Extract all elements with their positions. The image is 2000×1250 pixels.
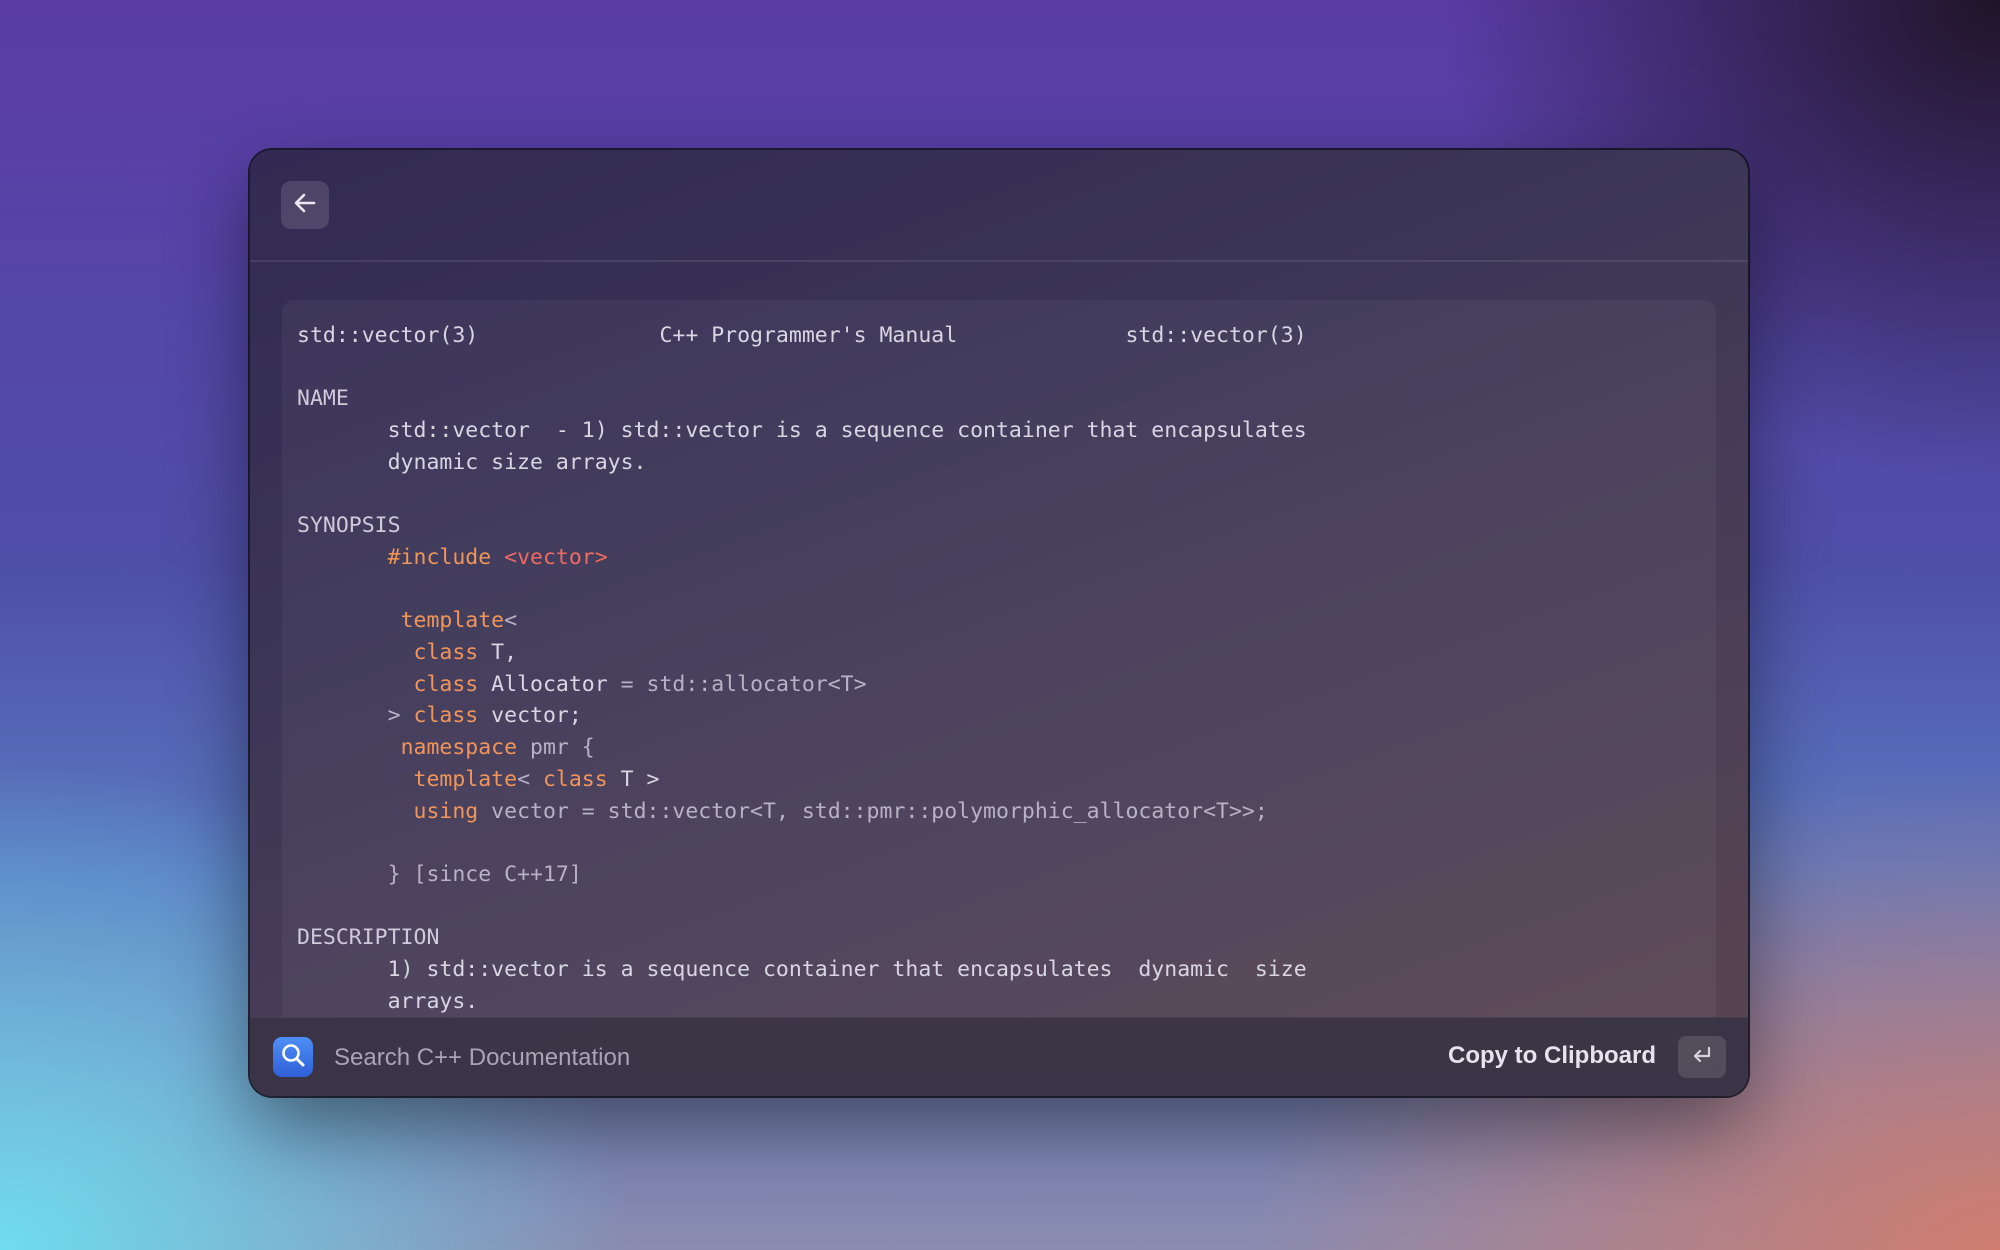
- title-center: C++ Programmer's Manual: [659, 323, 958, 348]
- code-text: Allocator: [478, 671, 608, 697]
- section-heading-synopsis: SYNOPSIS: [297, 513, 401, 539]
- code-text: <: [517, 766, 543, 792]
- title-left: std::vector(3): [297, 323, 479, 348]
- code-keyword: namespace: [400, 735, 518, 761]
- code-text: = std::allocator<T>: [607, 671, 867, 697]
- code-keyword: class: [413, 640, 479, 666]
- code-text: <: [504, 608, 518, 634]
- back-button[interactable]: [281, 181, 329, 229]
- description-line: arrays.: [387, 988, 479, 1014]
- name-line: std::vector - 1) std::vector is a sequen…: [387, 418, 1307, 444]
- enter-key-hint[interactable]: [1678, 1036, 1726, 1078]
- code-text: } [since C++17]: [387, 861, 582, 887]
- section-heading-name: NAME: [297, 386, 349, 412]
- code-keyword: class: [542, 766, 608, 792]
- arrow-left-icon: [294, 193, 316, 218]
- magnifier-icon: [280, 1042, 306, 1073]
- code-keyword: template: [400, 608, 505, 634]
- code-keyword: class: [413, 671, 479, 697]
- copy-to-clipboard-button[interactable]: Copy to Clipboard: [1448, 1042, 1656, 1070]
- section-heading-description: DESCRIPTION: [297, 925, 440, 951]
- code-text: >: [387, 703, 414, 729]
- title-right: std::vector(3): [1125, 323, 1307, 348]
- man-page-content[interactable]: std::vector(3) C++ Programmer's Manual s…: [282, 300, 1716, 1070]
- name-line: dynamic size arrays.: [387, 449, 647, 475]
- code-text: vector = std::vector<T, std::pmr::polymo…: [478, 798, 1268, 824]
- code-include-header: <vector>: [504, 544, 608, 570]
- search-input[interactable]: [332, 1036, 1036, 1080]
- code-text: pmr {: [517, 735, 595, 761]
- window-header: [250, 150, 1748, 262]
- code-text: vector;: [478, 703, 582, 729]
- description-line: 1) std::vector is a sequence container t…: [387, 957, 1307, 983]
- code-keyword: template: [413, 766, 518, 792]
- code-keyword: using: [413, 798, 479, 824]
- man-page-text: std::vector(3) C++ Programmer's Manual s…: [282, 300, 1716, 1037]
- code-keyword: class: [413, 703, 479, 729]
- code-text: T >: [607, 766, 660, 792]
- code-keyword: #include: [387, 544, 492, 570]
- extension-icon: [273, 1037, 313, 1077]
- return-key-icon: [1691, 1046, 1713, 1069]
- docs-window: std::vector(3) C++ Programmer's Manual s…: [250, 150, 1748, 1096]
- action-bar: Copy to Clipboard: [250, 1017, 1748, 1096]
- code-text: T,: [478, 640, 518, 666]
